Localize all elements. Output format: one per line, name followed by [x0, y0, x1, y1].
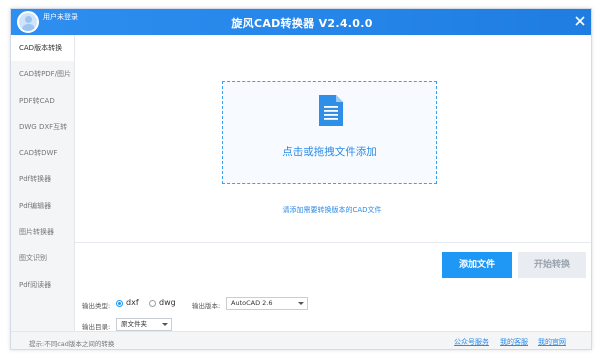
output-type-dwg-radio[interactable]	[149, 300, 156, 307]
sidebar-item-ocr[interactable]: 图文识别	[11, 245, 74, 271]
sidebar-item-pdf-converter[interactable]: Pdf转换器	[11, 166, 74, 192]
app-title: 旋风CAD转换器 V2.4.0.0	[231, 17, 373, 30]
file-document-icon	[318, 95, 344, 127]
add-file-hint-text: 请添加需要转换版本的CAD文件	[282, 206, 382, 214]
start-convert-button[interactable]: 开始转换	[518, 252, 586, 278]
app-window: 用户未登录 旋风CAD转换器 V2.4.0.0 CAD版本转换 CAD转PDF/…	[10, 8, 592, 350]
wechat-service-link[interactable]: 公众号服务	[454, 337, 489, 347]
output-type-label: 输出类型:	[82, 302, 111, 310]
sidebar: CAD版本转换 CAD转PDF/图片 PDF转CAD DWG DXF互转 CAD…	[11, 35, 75, 349]
output-type-dxf-radio[interactable]	[116, 300, 123, 307]
drop-zone-label: 点击或拖拽文件添加	[282, 146, 377, 158]
output-version-value: AutoCAD 2.6	[231, 299, 273, 307]
official-site-link[interactable]: 我的官网	[538, 337, 566, 347]
titlebar: 用户未登录 旋风CAD转换器 V2.4.0.0	[11, 9, 591, 35]
output-version-label: 输出版本:	[192, 302, 221, 310]
statusbar: 提示:不同cad版本之间的转换 公众号服务 我的客服 我的官网	[11, 331, 591, 349]
main-panel: 点击或拖拽文件添加 请添加需要转换版本的CAD文件 添加文件 开始转换 输出类型…	[75, 35, 591, 349]
caret-down-icon	[162, 323, 168, 326]
sidebar-item-cad-to-pdf-image[interactable]: CAD转PDF/图片	[11, 61, 74, 87]
caret-down-icon	[298, 302, 304, 305]
sidebar-item-cad-version-convert[interactable]: CAD版本转换	[11, 35, 74, 62]
sidebar-item-pdf-editor[interactable]: Pdf编辑器	[11, 193, 74, 219]
close-icon[interactable]	[574, 15, 586, 27]
file-drop-zone[interactable]: 点击或拖拽文件添加	[222, 81, 437, 184]
output-version-select[interactable]: AutoCAD 2.6	[226, 297, 308, 310]
divider	[75, 242, 591, 243]
customer-service-link[interactable]: 我的客服	[500, 337, 528, 347]
sidebar-item-pdf-reader[interactable]: Pdf阅读器	[11, 272, 74, 298]
output-type-dxf-label[interactable]: dxf	[126, 298, 139, 307]
add-file-button[interactable]: 添加文件	[442, 252, 512, 278]
output-dir-value: 原文件夹	[121, 320, 147, 328]
add-file-hint: 请添加需要转换版本的CAD文件	[75, 205, 591, 215]
sidebar-item-dwg-dxf-convert[interactable]: DWG DXF互转	[11, 114, 74, 140]
status-tip: 提示:不同cad版本之间的转换	[29, 340, 115, 348]
output-type-dwg-label[interactable]: dwg	[159, 298, 176, 307]
sidebar-item-pdf-to-cad[interactable]: PDF转CAD	[11, 88, 74, 114]
sidebar-item-image-converter[interactable]: 图片转换器	[11, 219, 74, 245]
output-dir-select[interactable]: 原文件夹	[116, 318, 172, 331]
sidebar-item-cad-to-dwf[interactable]: CAD转DWF	[11, 140, 74, 166]
output-dir-label: 输出目录:	[82, 323, 111, 331]
